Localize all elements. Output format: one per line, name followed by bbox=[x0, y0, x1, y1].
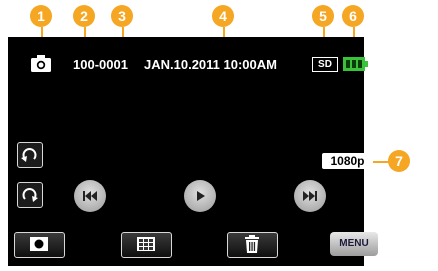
previous-icon bbox=[83, 191, 97, 201]
next-icon bbox=[303, 191, 317, 201]
callout-4: 4 bbox=[212, 5, 234, 27]
camera-mode-icon bbox=[31, 55, 51, 72]
previous-button[interactable] bbox=[74, 180, 106, 212]
index-button[interactable] bbox=[121, 232, 172, 258]
trash-icon bbox=[245, 235, 259, 253]
menu-button[interactable]: MENU bbox=[330, 232, 378, 256]
callout-2: 2 bbox=[73, 5, 95, 27]
rotate-left-icon bbox=[21, 148, 37, 162]
record-mode-button[interactable] bbox=[14, 232, 65, 258]
record-icon bbox=[30, 237, 48, 251]
index-icon bbox=[137, 237, 155, 251]
callout-1: 1 bbox=[30, 5, 52, 27]
resolution-badge: 1080p bbox=[322, 153, 373, 169]
folder-file-number: 100-0001 bbox=[73, 57, 128, 72]
callout-7: 7 bbox=[388, 150, 410, 172]
delete-button[interactable] bbox=[227, 232, 278, 258]
leader-line-7 bbox=[373, 161, 389, 163]
rotate-right-icon bbox=[22, 188, 38, 202]
callout-6: 6 bbox=[342, 5, 364, 27]
callout-3: 3 bbox=[111, 5, 133, 27]
rotate-left-button[interactable] bbox=[17, 142, 43, 168]
play-button[interactable] bbox=[184, 180, 216, 212]
date-time: JAN.10.2011 10:00AM bbox=[144, 57, 277, 72]
media-indicator: SD bbox=[312, 57, 338, 72]
battery-icon bbox=[343, 57, 368, 71]
callout-5: 5 bbox=[312, 5, 334, 27]
next-button[interactable] bbox=[294, 180, 326, 212]
rotate-right-button[interactable] bbox=[17, 182, 43, 208]
play-icon bbox=[197, 191, 205, 201]
